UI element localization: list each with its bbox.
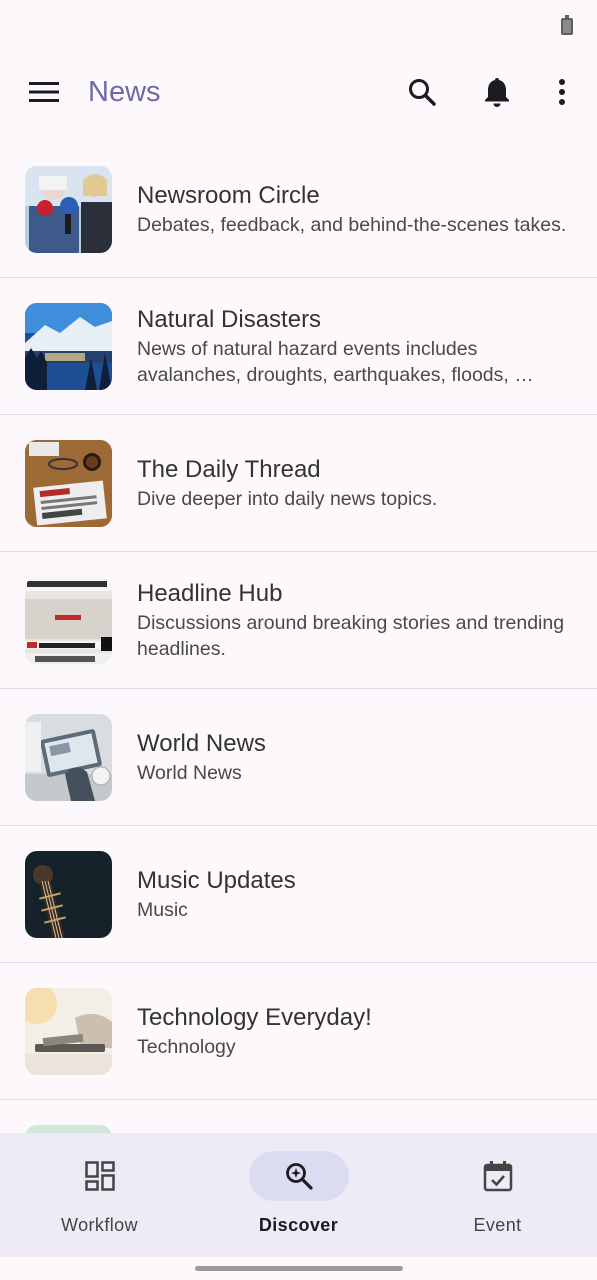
menu-button[interactable] <box>22 74 66 110</box>
nav-item-workflow[interactable]: Workflow <box>0 1133 199 1257</box>
list-item[interactable] <box>0 1100 597 1133</box>
group-title: Natural Disasters <box>137 305 322 333</box>
nav-pill-active <box>248 1151 349 1201</box>
group-list: Newsroom Circle Debates, feedback, and b… <box>0 141 597 1133</box>
group-thumbnail <box>25 577 112 664</box>
group-description: News of natural hazard events includes a… <box>137 337 534 386</box>
group-thumbnail <box>25 166 112 253</box>
search-button[interactable] <box>400 70 444 114</box>
nav-item-discover[interactable]: Discover <box>199 1133 398 1257</box>
group-description: Debates, feedback, and behind-the-scenes… <box>137 213 567 236</box>
group-description: Dive deeper into daily news topics. <box>137 487 438 510</box>
group-title: World News <box>137 729 266 757</box>
group-title: Headline Hub <box>137 579 283 607</box>
page-title: News <box>88 76 161 108</box>
bottom-navigation: Workflow Discover Event <box>0 1133 597 1257</box>
list-item[interactable]: Technology Everyday! Technology <box>0 963 597 1100</box>
more-options-button[interactable] <box>542 70 582 114</box>
nav-item-event[interactable]: Event <box>398 1133 597 1257</box>
group-thumbnail <box>25 714 112 801</box>
group-title: Technology Everyday! <box>137 1003 372 1031</box>
list-item[interactable]: Music Updates Music <box>0 826 597 963</box>
list-item[interactable]: Headline Hub Discussions around breaking… <box>0 552 597 689</box>
list-item[interactable]: World News World News <box>0 689 597 826</box>
dashboard-icon <box>84 1161 115 1191</box>
group-description: Discussions around breaking stories and … <box>137 611 565 660</box>
nav-label: Event <box>473 1215 522 1235</box>
app-bar: News <box>0 56 597 128</box>
group-description: Technology <box>137 1035 236 1058</box>
nav-label: Workflow <box>61 1215 138 1235</box>
nav-pill <box>50 1151 150 1201</box>
group-title: Newsroom Circle <box>137 181 320 209</box>
bell-icon <box>485 78 509 107</box>
group-title: The Daily Thread <box>137 455 321 483</box>
group-thumbnail <box>25 1125 112 1133</box>
list-item[interactable]: The Daily Thread Dive deeper into daily … <box>0 415 597 552</box>
group-thumbnail <box>25 303 112 390</box>
group-title: Music Updates <box>137 866 296 894</box>
group-thumbnail <box>25 988 112 1075</box>
notifications-button[interactable] <box>475 70 519 114</box>
list-item[interactable]: Newsroom Circle Debates, feedback, and b… <box>0 141 597 278</box>
list-item[interactable]: Natural Disasters News of natural hazard… <box>0 278 597 415</box>
nav-pill <box>448 1151 548 1201</box>
calendar-check-icon <box>483 1161 512 1192</box>
battery-icon <box>561 15 573 35</box>
search-icon <box>409 79 436 106</box>
search-icon <box>285 1163 313 1190</box>
group-thumbnail <box>25 440 112 527</box>
status-bar <box>0 0 597 56</box>
more-vertical-icon <box>559 79 565 105</box>
group-description: Music <box>137 898 188 921</box>
menu-icon <box>29 82 59 102</box>
gesture-handle[interactable] <box>195 1266 403 1271</box>
group-thumbnail <box>25 851 112 938</box>
nav-label: Discover <box>258 1215 339 1235</box>
group-description: World News <box>137 761 242 784</box>
